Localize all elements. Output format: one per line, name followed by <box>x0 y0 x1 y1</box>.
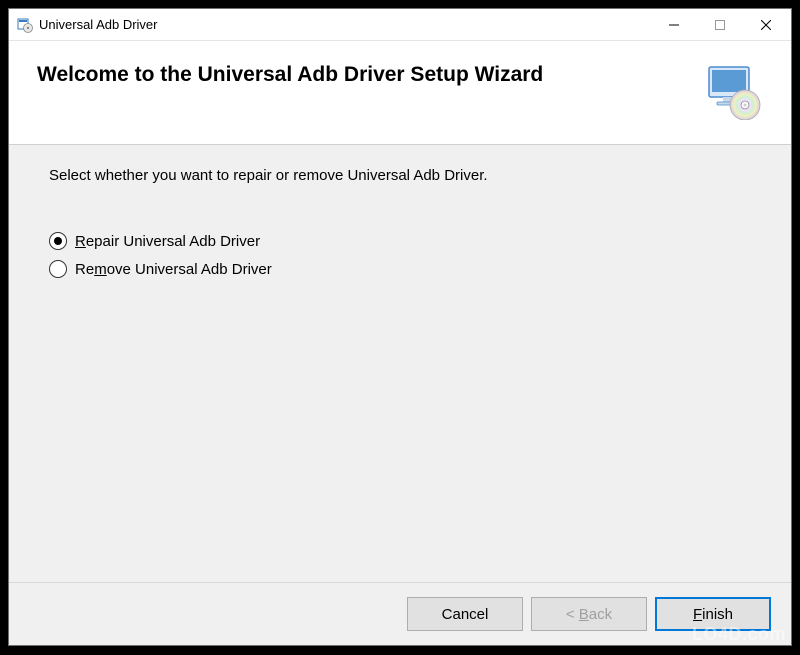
instruction-text: Select whether you want to repair or rem… <box>49 167 751 184</box>
radio-indicator <box>49 260 67 278</box>
installer-icon <box>703 65 763 120</box>
window-title: Universal Adb Driver <box>39 17 651 32</box>
close-button[interactable] <box>743 10 789 40</box>
cancel-button[interactable]: Cancel <box>407 597 523 631</box>
wizard-title: Welcome to the Universal Adb Driver Setu… <box>37 61 683 88</box>
radio-remove-label: Remove Universal Adb Driver <box>75 261 272 278</box>
back-button: < Back <box>531 597 647 631</box>
radio-repair[interactable]: Repair Universal Adb Driver <box>49 232 751 250</box>
wizard-footer: Cancel < Back Finish <box>9 582 791 645</box>
maximize-button <box>697 10 743 40</box>
minimize-button[interactable] <box>651 10 697 40</box>
radio-group: Repair Universal Adb Driver Remove Unive… <box>49 232 751 278</box>
wizard-header: Welcome to the Universal Adb Driver Setu… <box>9 41 791 145</box>
radio-repair-label: Repair Universal Adb Driver <box>75 233 260 250</box>
watermark-text: LO4D.com <box>692 624 786 645</box>
app-icon <box>17 17 33 33</box>
installer-window: Universal Adb Driver Welcome to the Univ… <box>8 8 792 646</box>
radio-remove[interactable]: Remove Universal Adb Driver <box>49 260 751 278</box>
titlebar: Universal Adb Driver <box>9 9 791 41</box>
window-controls <box>651 10 789 40</box>
wizard-content: Select whether you want to repair or rem… <box>9 145 791 582</box>
radio-indicator <box>49 232 67 250</box>
